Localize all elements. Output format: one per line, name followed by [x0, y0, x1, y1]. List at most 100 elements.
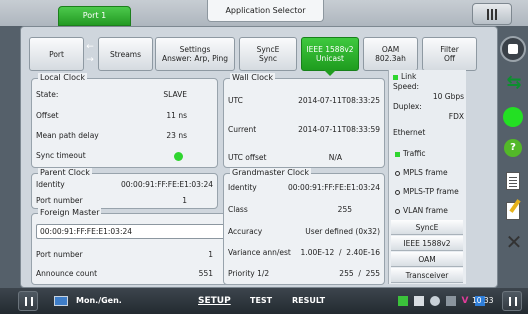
- state-label: State:: [36, 90, 59, 99]
- gm-class-row: Class 255: [228, 204, 380, 216]
- side-oam-button[interactable]: OAM: [391, 252, 463, 267]
- monitor-icon: [54, 296, 68, 306]
- utc-offset-row: UTC offset N/A: [228, 152, 380, 164]
- local-clock-group: Local Clock State: SLAVE Offset 11 ns Me…: [31, 73, 218, 168]
- plug-icon: [398, 296, 408, 306]
- gm-accuracy-label: Accuracy: [228, 227, 263, 236]
- foreign-master-select[interactable]: 00:00:91:FF:FE:E1:03:24: [36, 224, 244, 239]
- edit-icon[interactable]: [506, 202, 520, 220]
- link-row: Link: [389, 72, 466, 82]
- gm-identity-row: Identity 00:00:91:FF:FE:E1:03:24: [228, 182, 380, 194]
- side-synce-button[interactable]: SyncE: [391, 220, 463, 235]
- tab-port[interactable]: Port: [29, 37, 84, 71]
- grandmaster-clock-group: Grandmaster Clock Identity 00:00:91:FF:F…: [223, 168, 385, 285]
- ethernet-label: Ethernet: [393, 128, 426, 137]
- test-tab[interactable]: TEST: [250, 288, 272, 314]
- announce-count-value: 551: [198, 269, 213, 278]
- menu-bars-icon: [25, 297, 33, 306]
- link-led-icon: [393, 74, 398, 80]
- tab-ieee1588-label: IEEE 1588v2: [306, 45, 354, 54]
- storage-icon: [445, 296, 456, 306]
- link-label: Link: [401, 72, 417, 81]
- local-clock-state-row: State: SLAVE: [36, 89, 213, 101]
- gm-variance-value: 1.00E-12 / 2.40E-16: [300, 248, 380, 257]
- tab-synce-sublabel: Sync: [258, 54, 278, 63]
- mplstp-label: MPLS-TP frame: [403, 187, 459, 196]
- current-value: 2014-07-11T08:33:59: [298, 125, 380, 134]
- gm-variance-label: Variance ann/est: [228, 248, 291, 257]
- local-clock-title: Local Clock: [38, 73, 88, 83]
- ethernet-row: Ethernet: [389, 128, 466, 138]
- report-icon[interactable]: [506, 172, 520, 190]
- vlan-label: VLAN frame: [403, 206, 448, 215]
- speed-row: Speed:: [389, 82, 466, 92]
- duplex-label: Duplex:: [393, 102, 422, 111]
- status-dot-icon: [174, 151, 183, 161]
- vlan-row: VLAN frame: [389, 206, 466, 216]
- side-ieee1588-button[interactable]: IEEE 1588v2: [391, 236, 463, 251]
- grandmaster-clock-title: Grandmaster Clock: [230, 168, 312, 178]
- v-icon: V: [461, 296, 469, 306]
- setup-tab[interactable]: SETUP: [198, 288, 231, 314]
- offset-value: 11 ns: [166, 111, 187, 120]
- menu-button[interactable]: [472, 3, 512, 25]
- tab-arrows-icon: ← →: [86, 42, 94, 65]
- utc-row: UTC 2014-07-11T08:33:25: [228, 95, 380, 107]
- clock: 10 33: [472, 296, 494, 305]
- mean-path-delay-value: 23 ns: [166, 131, 187, 140]
- mpls-indicator-icon: [395, 170, 400, 176]
- state-value: SLAVE: [163, 90, 187, 99]
- tab-settings-sublabel: Answer: Arp, Ping: [161, 54, 229, 63]
- offset-label: Offset: [36, 111, 59, 120]
- tab-synce[interactable]: SyncE Sync: [239, 37, 297, 71]
- sync-timeout-indicator: [174, 150, 183, 162]
- speed-value: 10 Gbps: [432, 92, 464, 101]
- status-green-icon[interactable]: [503, 107, 523, 127]
- menu-bars-icon: [487, 9, 497, 20]
- utc-value: 2014-07-11T08:33:25: [298, 96, 380, 105]
- local-clock-sync-timeout-row: Sync timeout: [36, 150, 213, 162]
- foreign-master-title: Foreign Master: [38, 208, 102, 218]
- sync-timeout-label: Sync timeout: [36, 151, 86, 160]
- traffic-led-icon: [395, 151, 400, 157]
- duplex-row: Duplex:: [389, 102, 466, 112]
- port-tab[interactable]: Port 1: [58, 6, 131, 26]
- bottom-right-menu-button[interactable]: [502, 291, 522, 311]
- gm-priority-label: Priority 1/2: [228, 269, 270, 278]
- local-clock-offset-row: Offset 11 ns: [36, 110, 213, 122]
- gm-priority-row: Priority 1/2 255 / 255: [228, 268, 380, 280]
- tab-settings[interactable]: Settings Answer: Arp, Ping: [155, 37, 235, 71]
- close-icon[interactable]: ✕: [503, 231, 525, 253]
- parent-identity-value: 00:00:91:FF:FE:E1:03:24: [120, 180, 213, 189]
- side-transceiver-button[interactable]: Transceiver: [391, 268, 463, 283]
- tab-filter-label: Filter: [440, 45, 459, 54]
- result-tab[interactable]: RESULT: [292, 288, 325, 314]
- tab-settings-label: Settings: [179, 45, 211, 54]
- mode-label[interactable]: Mon./Gen.: [76, 288, 122, 314]
- utc-label: UTC: [228, 96, 243, 105]
- parent-identity-row: Identity 00:00:91:FF:FE:E1:03:24: [36, 179, 213, 191]
- help-icon[interactable]: ?: [504, 139, 522, 157]
- foreign-port-row: Port number 1: [36, 249, 213, 261]
- parent-clock-title: Parent Clock: [38, 168, 92, 178]
- network-icon: [429, 296, 440, 306]
- tab-ieee1588[interactable]: IEEE 1588v2 Unicast: [301, 37, 359, 76]
- tab-ieee1588-sublabel: Unicast: [316, 54, 344, 63]
- application-selector-button[interactable]: Application Selector: [207, 0, 324, 22]
- bottom-left-menu-button[interactable]: [18, 291, 38, 311]
- gm-identity-value: 00:00:91:FF:FE:E1:03:24: [287, 183, 380, 192]
- tab-filter[interactable]: Filter Off: [422, 37, 477, 71]
- transfer-arrows-icon[interactable]: ⇆: [503, 72, 525, 94]
- traffic-label: Traffic: [403, 149, 426, 158]
- mpls-row: MPLS frame: [389, 168, 466, 178]
- stop-button[interactable]: [500, 36, 526, 62]
- tab-port-label: Port: [49, 49, 64, 59]
- tab-streams[interactable]: Streams: [98, 37, 153, 71]
- foreign-port-value: 1: [208, 250, 213, 259]
- current-label: Current: [228, 125, 257, 134]
- tab-oam-label: OAM: [381, 45, 400, 54]
- gm-priority-value: 255 / 255: [339, 269, 380, 278]
- local-clock-mean-path-row: Mean path delay 23 ns: [36, 130, 213, 142]
- foreign-master-group: Foreign Master 00:00:91:FF:FE:E1:03:24 P…: [31, 208, 247, 285]
- tab-oam[interactable]: OAM 802.3ah: [363, 37, 418, 71]
